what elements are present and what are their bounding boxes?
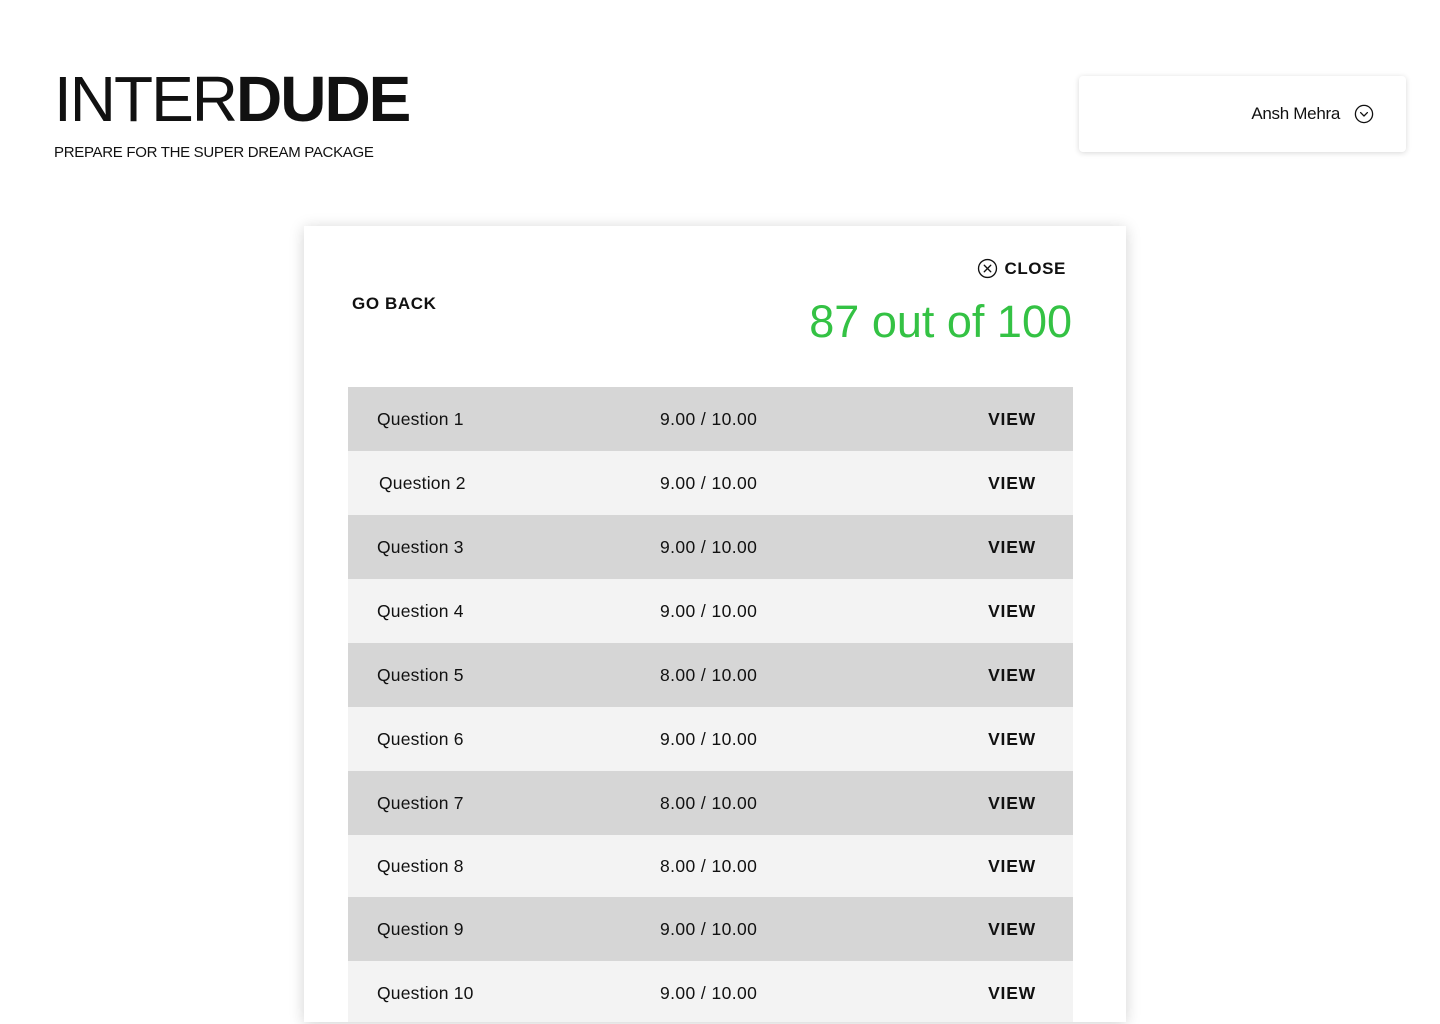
total-score: 87 out of 100 [809, 296, 1072, 347]
chevron-down-icon[interactable] [1354, 104, 1374, 124]
view-button[interactable]: VIEW [988, 537, 1036, 558]
question-label: Question 8 [377, 855, 464, 876]
user-name: Ansh Mehra [1251, 104, 1340, 123]
question-row: Question 4 9.00 / 10.00 VIEW [348, 579, 1073, 643]
view-button[interactable]: VIEW [988, 856, 1036, 877]
question-row: Question 3 9.00 / 10.00 VIEW [348, 515, 1073, 579]
question-row: Question 2 9.00 / 10.00 VIEW [348, 451, 1073, 515]
question-row: Question 10 9.00 / 10.00 VIEW [348, 961, 1073, 1022]
question-score: 9.00 / 10.00 [660, 536, 758, 557]
go-back-button[interactable]: GO BACK [352, 294, 436, 314]
logo-text-light: INTER [54, 63, 238, 135]
question-row: Question 9 9.00 / 10.00 VIEW [348, 897, 1073, 961]
logo-text-bold: DUDE [236, 63, 411, 135]
question-label: Question 7 [377, 792, 464, 813]
question-score: 9.00 / 10.00 [660, 728, 758, 749]
question-score: 9.00 / 10.00 [660, 408, 758, 429]
question-score: 9.00 / 10.00 [660, 472, 758, 493]
question-label: Question 6 [377, 728, 464, 749]
question-label: Question 10 [377, 982, 474, 1003]
question-score-list: Question 1 9.00 / 10.00 VIEW Question 2 … [348, 387, 1073, 1022]
question-label: Question 3 [377, 536, 464, 557]
view-button[interactable]: VIEW [988, 409, 1036, 430]
question-row: Question 1 9.00 / 10.00 VIEW [348, 387, 1073, 451]
question-score: 9.00 / 10.00 [660, 982, 758, 1003]
question-label: Question 5 [377, 664, 464, 685]
close-button[interactable]: CLOSE [977, 258, 1066, 279]
question-row: Question 7 8.00 / 10.00 VIEW [348, 771, 1073, 835]
tagline: PREPARE FOR THE SUPER DREAM PACKAGE [54, 144, 374, 161]
results-panel: CLOSE GO BACK 87 out of 100 Question 1 9… [304, 226, 1126, 1022]
question-score: 8.00 / 10.00 [660, 664, 758, 685]
question-score: 9.00 / 10.00 [660, 600, 758, 621]
close-label: CLOSE [1004, 258, 1066, 278]
view-button[interactable]: VIEW [988, 665, 1036, 686]
view-button[interactable]: VIEW [988, 601, 1036, 622]
view-button[interactable]: VIEW [988, 729, 1036, 750]
brand-header: INTERDUDE PREPARE FOR THE SUPER DREAM PA… [54, 63, 411, 161]
app-logo: INTERDUDE [54, 63, 411, 135]
question-row: Question 8 8.00 / 10.00 VIEW [348, 835, 1073, 897]
question-score: 9.00 / 10.00 [660, 918, 758, 939]
question-score: 8.00 / 10.00 [660, 855, 758, 876]
view-button[interactable]: VIEW [988, 919, 1036, 940]
close-icon [978, 258, 998, 279]
user-menu[interactable]: Ansh Mehra [1079, 76, 1406, 152]
question-label: Question 2 [379, 472, 466, 493]
question-row: Question 6 9.00 / 10.00 VIEW [348, 707, 1073, 771]
question-label: Question 4 [377, 600, 464, 621]
question-label: Question 1 [377, 408, 464, 429]
question-score: 8.00 / 10.00 [660, 792, 758, 813]
view-button[interactable]: VIEW [988, 983, 1036, 1004]
view-button[interactable]: VIEW [988, 473, 1036, 494]
question-row: Question 5 8.00 / 10.00 VIEW [348, 643, 1073, 707]
question-label: Question 9 [377, 918, 464, 939]
view-button[interactable]: VIEW [988, 793, 1036, 814]
